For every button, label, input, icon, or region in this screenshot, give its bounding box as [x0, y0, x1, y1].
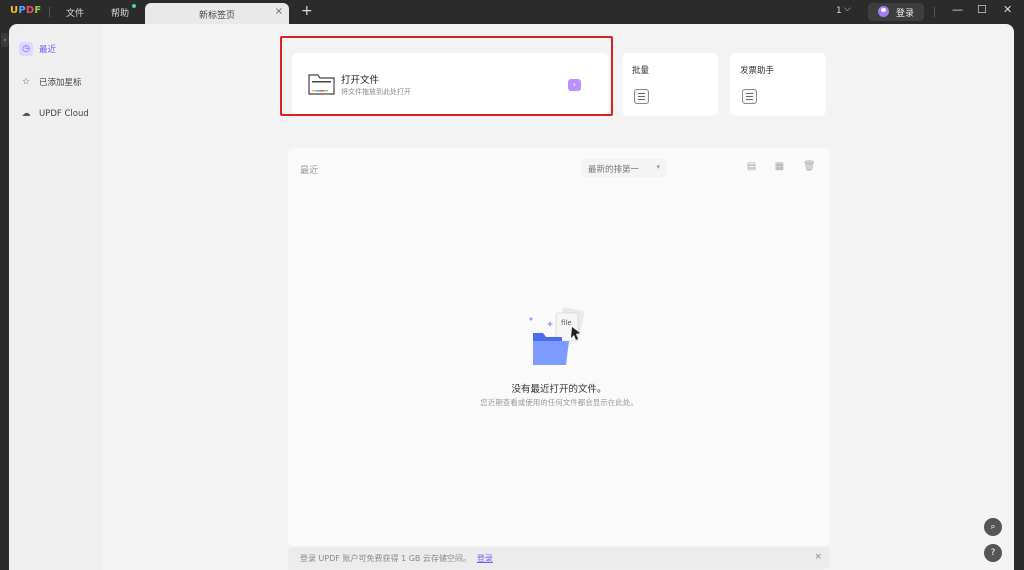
list-view-icon[interactable]: ▤: [746, 162, 757, 172]
sidebar-item-label: 最近: [39, 45, 57, 55]
clock-icon: ◷: [19, 42, 33, 56]
title-bar: UPDF 文件 帮助 新标签页 × + 1 ⌵ 登录 — ☐ ✕: [0, 0, 1024, 24]
promo-text: 登录 UPDF 账户可免费获得 1 GB 云存储空间。 登录: [300, 553, 493, 564]
tab-close-icon[interactable]: ×: [275, 6, 283, 17]
trash-icon[interactable]: 🗑: [803, 162, 816, 172]
empty-state-title: 没有最近打开的文件。: [511, 384, 607, 395]
recent-files-panel: 最近 最新的排第一 ▾ ▤ ▦ 🗑 file 没有最近打开的文件。 您近期查看或…: [288, 148, 830, 546]
promo-close-icon[interactable]: ×: [814, 552, 822, 562]
grid-view-icon[interactable]: ▦: [774, 162, 785, 172]
cloud-icon: ☁: [21, 109, 31, 119]
highlight-box: [280, 36, 613, 116]
notification-dot: [132, 4, 136, 8]
login-label: 登录: [896, 9, 915, 19]
batch-title: 批量: [632, 66, 650, 76]
avatar-icon: [878, 6, 889, 17]
invoice-icon: [742, 89, 757, 104]
invoice-assistant-card[interactable]: 发票助手: [730, 53, 826, 116]
sidebar-item-starred[interactable]: ☆ 已添加星标: [19, 74, 82, 90]
recent-heading: 最近: [300, 166, 319, 176]
promo-login-link[interactable]: 登录: [477, 554, 493, 563]
tab-label: 新标签页: [198, 11, 235, 21]
empty-state-subtitle: 您近期查看或使用的任何文件都会显示在此处。: [480, 398, 638, 407]
empty-folder-illustration: file: [529, 307, 585, 365]
batch-card[interactable]: 批量: [622, 53, 718, 116]
divider: [49, 7, 50, 17]
window-count[interactable]: 1: [836, 6, 842, 16]
sidebar-toggle-icon[interactable]: ›: [1, 33, 9, 47]
add-tab-icon[interactable]: +: [301, 3, 313, 19]
sidebar-item-label: UPDF Cloud: [39, 109, 89, 119]
minimize-icon[interactable]: —: [952, 3, 963, 16]
invoice-title: 发票助手: [740, 66, 775, 76]
divider: [934, 7, 935, 17]
menu-file[interactable]: 文件: [66, 6, 84, 19]
updf-logo[interactable]: UPDF: [10, 5, 41, 16]
login-button[interactable]: 登录: [868, 3, 924, 21]
sort-label: 最新的排第一: [588, 165, 640, 175]
sort-dropdown[interactable]: 最新的排第一 ▾: [582, 159, 666, 177]
menu-help[interactable]: 帮助: [111, 6, 129, 19]
sidebar-item-label: 已添加星标: [39, 78, 82, 88]
help-icon[interactable]: ?: [984, 544, 1002, 562]
chevron-down-icon: ▾: [656, 163, 660, 171]
sidebar: ◷ 最近 ☆ 已添加星标 ☁ UPDF Cloud: [9, 24, 102, 570]
sidebar-item-recent[interactable]: ◷ 最近: [19, 41, 56, 57]
promo-bar: 登录 UPDF 账户可免费获得 1 GB 云存储空间。 登录 ×: [288, 547, 830, 569]
tab-new[interactable]: 新标签页 ×: [145, 3, 289, 24]
close-icon[interactable]: ✕: [1003, 3, 1012, 16]
sidebar-item-cloud[interactable]: ☁ UPDF Cloud: [19, 106, 89, 122]
chevron-down-icon[interactable]: ⌵: [844, 4, 851, 14]
star-icon: ☆: [21, 77, 31, 87]
maximize-icon[interactable]: ☐: [977, 3, 987, 16]
search-icon[interactable]: ⌕: [984, 518, 1002, 536]
batch-icon: [634, 89, 649, 104]
promo-message: 登录 UPDF 账户可免费获得 1 GB 云存储空间。: [300, 554, 471, 563]
svg-text:file: file: [561, 319, 572, 327]
